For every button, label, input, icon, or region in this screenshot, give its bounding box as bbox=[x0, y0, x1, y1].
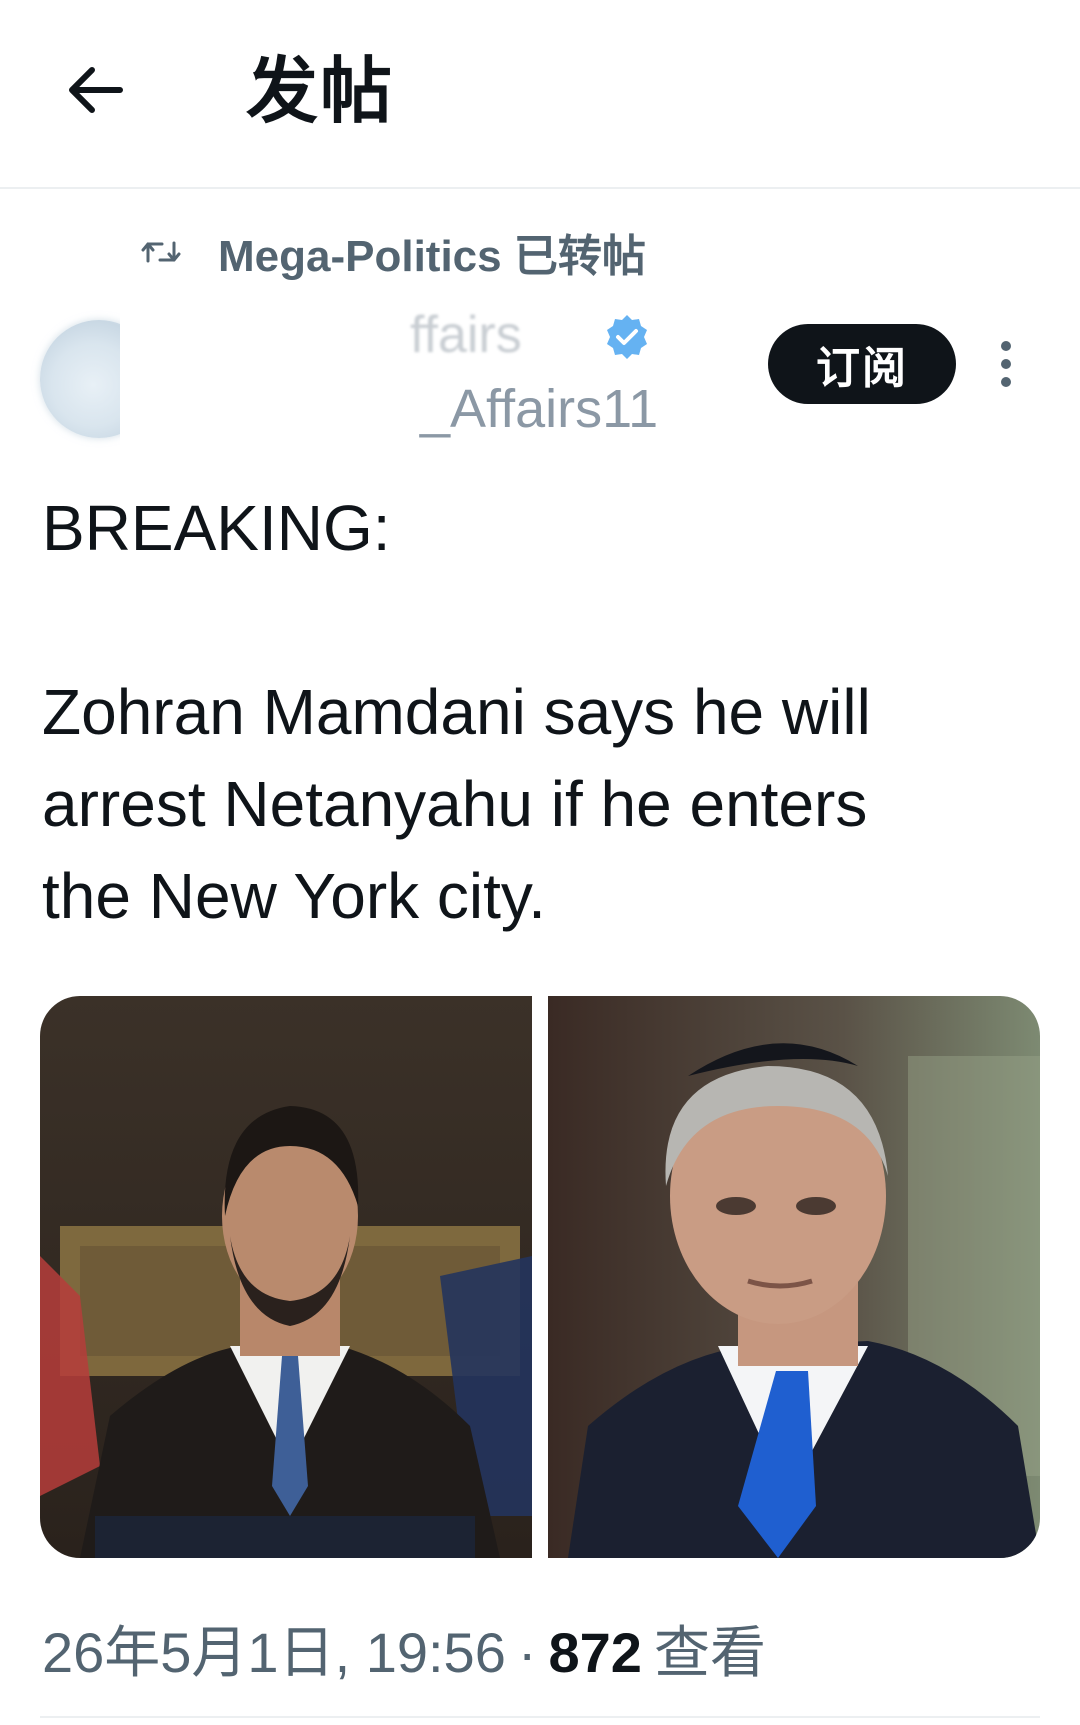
views-count: 872 bbox=[548, 1621, 642, 1684]
tweet-line: the New York city. bbox=[42, 860, 546, 932]
page-title: 发帖 bbox=[246, 52, 395, 132]
photo-right[interactable] bbox=[548, 996, 1040, 1558]
photo-left-image bbox=[40, 996, 532, 1558]
photo-right-image bbox=[548, 996, 1040, 1558]
repost-icon bbox=[141, 241, 181, 263]
display-name[interactable]: ffairs bbox=[410, 305, 522, 365]
tweet-text: BREAKING: Zohran Mamdani says he will ar… bbox=[42, 482, 1042, 942]
user-handle[interactable]: _Affairs11 bbox=[420, 378, 658, 440]
photo-left[interactable] bbox=[40, 996, 532, 1558]
back-button[interactable] bbox=[64, 58, 128, 122]
tweet-line: arrest Netanyahu if he enters bbox=[42, 768, 868, 840]
timestamp[interactable]: 26年5月1日, 19:56 bbox=[42, 1621, 506, 1684]
header-divider bbox=[0, 187, 1080, 189]
tweet-meta: 26年5月1日, 19:56 · 872 查看 bbox=[42, 1608, 766, 1689]
bottom-divider bbox=[40, 1716, 1040, 1718]
verified-badge-icon bbox=[607, 315, 647, 359]
views-label: 查看 bbox=[653, 1621, 766, 1684]
tweet-line: Zohran Mamdani says he will bbox=[42, 676, 871, 748]
top-bar: 发帖 bbox=[0, 0, 1080, 188]
repost-text: Mega-Politics 已转帖 bbox=[218, 232, 646, 281]
repost-indicator[interactable]: Mega-Politics 已转帖 bbox=[140, 222, 646, 282]
arrow-left-icon bbox=[69, 67, 123, 113]
more-vertical-icon[interactable] bbox=[994, 338, 1018, 390]
redacted-area bbox=[120, 300, 420, 450]
media-grid bbox=[40, 996, 1040, 1558]
meta-separator: · bbox=[517, 1621, 537, 1684]
tweet-headline: BREAKING: bbox=[42, 492, 391, 564]
subscribe-button[interactable]: 订阅 bbox=[768, 324, 956, 404]
